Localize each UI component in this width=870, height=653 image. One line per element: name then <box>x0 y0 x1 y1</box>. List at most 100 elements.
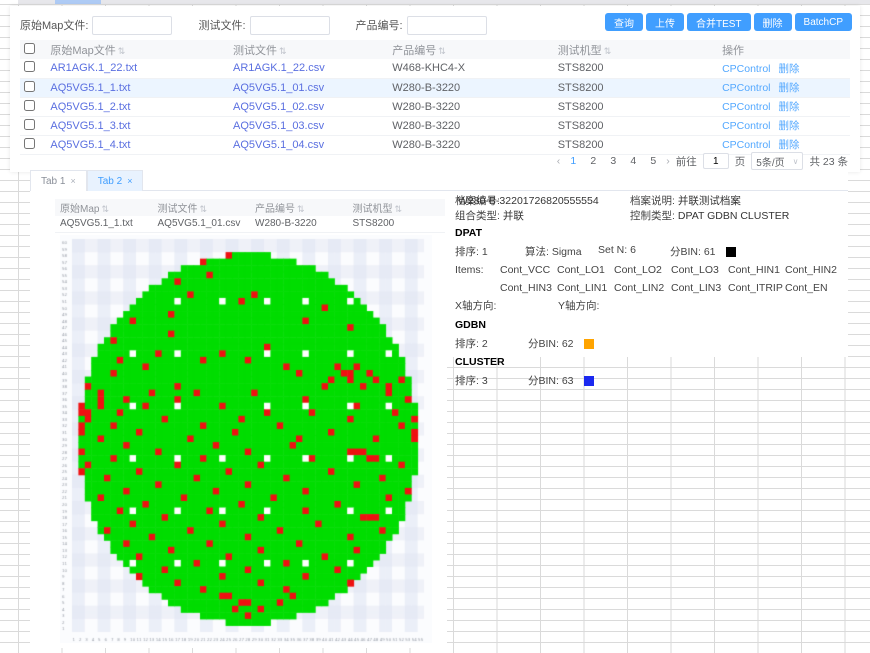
dpat-section-title: DPAT <box>455 227 844 239</box>
dpat-item: Cont_HIN2 <box>785 264 842 276</box>
cpcontrol-link[interactable]: CPControl <box>722 120 770 132</box>
product-no-label: 产品编号: <box>356 17 403 33</box>
cluster-sort-label: 排序: <box>455 375 479 387</box>
page-size-select[interactable]: 5条/页 ∨ <box>751 152 803 170</box>
tab-label: Tab 1 <box>41 176 65 187</box>
toolbar-button-查询[interactable]: 查询 <box>605 13 643 31</box>
dpat-sort-value: 1 <box>482 246 488 258</box>
file-table: 原始Map文件⇅ 测试文件⇅ 产品编号⇅ 测试机型⇅ 操作 AR1AGK.1_2… <box>20 40 850 155</box>
delete-link[interactable]: 删除 <box>779 82 800 94</box>
tab-tab-1[interactable]: Tab 1 × <box>30 170 87 191</box>
cluster-bin-color-swatch <box>584 376 594 386</box>
detail-header-machine[interactable]: 测试机型⇅ <box>348 199 446 216</box>
file-desc-label: 档案说明: <box>630 195 675 207</box>
row-checkbox[interactable] <box>24 100 35 111</box>
table-row[interactable]: AQ5VG5.1_3.txt AQ5VG5.1_03.csv W280-B-3220… <box>20 116 850 135</box>
goto-page-input[interactable] <box>703 153 729 169</box>
delete-link[interactable]: 删除 <box>779 139 800 151</box>
header-product-no[interactable]: 产品编号⇅ <box>388 40 553 59</box>
y-axis-direction-label: Y轴方向: <box>558 298 599 313</box>
row-checkbox[interactable] <box>24 61 35 72</box>
page-button-5[interactable]: 5 <box>646 155 660 167</box>
machine-cell: STS8200 <box>558 139 604 151</box>
cpcontrol-link[interactable]: CPControl <box>722 101 770 113</box>
row-checkbox[interactable] <box>24 119 35 130</box>
tab-tab-2[interactable]: Tab 2× <box>87 170 144 191</box>
header-actions: 操作 <box>718 40 850 59</box>
next-page-button[interactable]: › <box>666 155 670 167</box>
map-file-link[interactable]: AQ5VG5.1_1.txt <box>50 82 130 94</box>
table-row[interactable]: AQ5VG5.1_1.txtAQ5VG5.1_01.csvW280-B-3220… <box>20 78 850 97</box>
detail-header-map[interactable]: 原始Map⇅ <box>55 199 153 216</box>
test-file-input[interactable] <box>250 16 330 35</box>
test-file-link[interactable]: AR1AGK.1_22.csv <box>233 62 325 74</box>
goto-label: 前往 <box>676 154 697 169</box>
detail-header-test[interactable]: 测试文件⇅ <box>153 199 251 216</box>
test-file-link[interactable]: AQ5VG5.1_01.csv <box>233 82 324 94</box>
toolbar-button-BatchCP[interactable]: BatchCP <box>795 13 852 31</box>
sort-icon[interactable]: ⇅ <box>118 46 126 56</box>
detail-table: 原始Map⇅ 测试文件⇅ 产品编号⇅ 测试机型⇅ AQ5VG5.1_1.txt … <box>55 199 445 233</box>
page-button-2[interactable]: 2 <box>586 155 600 167</box>
detail-header-product[interactable]: 产品编号⇅ <box>250 199 348 216</box>
combo-type-label: 组合类型: <box>455 210 500 222</box>
test-file-label: 测试文件: <box>198 17 245 33</box>
table-row[interactable]: AR1AGK.1_22.txt AR1AGK.1_22.csv W468-KHC4-… <box>20 59 850 78</box>
page-button-1[interactable]: 1 <box>566 155 580 167</box>
machine-cell: STS8200 <box>558 120 604 132</box>
detail-row: AQ5VG5.1_1.txt AQ5VG5.1_01.csv W280-B-32… <box>55 216 445 232</box>
sort-icon[interactable]: ⇅ <box>438 46 446 56</box>
test-file-link[interactable]: AQ5VG5.1_03.csv <box>233 120 324 132</box>
header-map-file[interactable]: 原始Map文件⇅ <box>46 40 229 59</box>
close-icon[interactable]: × <box>127 176 132 186</box>
product-cell: W280-B-3220 <box>392 139 460 151</box>
row-checkbox[interactable] <box>24 138 35 149</box>
gdbn-sort-value: 2 <box>482 338 488 350</box>
file-desc-value: 并联测试档案 <box>678 195 741 207</box>
machine-cell: STS8200 <box>558 62 604 74</box>
toolbar-button-删除[interactable]: 删除 <box>754 13 792 31</box>
delete-link[interactable]: 删除 <box>779 101 800 113</box>
cluster-sort-value: 3 <box>482 375 488 387</box>
page-button-4[interactable]: 4 <box>626 155 640 167</box>
machine-cell: STS8200 <box>558 101 604 113</box>
product-no-input[interactable] <box>407 16 487 35</box>
sort-icon[interactable]: ⇅ <box>604 46 612 56</box>
product-cell: W468-KHC4-X <box>392 62 465 74</box>
map-file-link[interactable]: AQ5VG5.1_3.txt <box>50 120 130 132</box>
test-file-link[interactable]: AQ5VG5.1_02.csv <box>233 101 324 113</box>
file-no-value: W280-B-32201726820555554 <box>458 195 599 207</box>
map-file-input[interactable] <box>92 16 172 35</box>
items-label: Items: <box>455 264 500 294</box>
header-machine-type[interactable]: 测试机型⇅ <box>554 40 718 59</box>
toolbar-button-上传[interactable]: 上传 <box>646 13 684 31</box>
ctrl-type-label: 控制类型: <box>630 210 675 222</box>
product-cell: W280-B-3220 <box>392 120 460 132</box>
cpcontrol-link[interactable]: CPControl <box>722 139 770 151</box>
table-row[interactable]: AQ5VG5.1_2.txt AQ5VG5.1_02.csv W280-B-3220… <box>20 97 850 116</box>
map-file-link[interactable]: AQ5VG5.1_4.txt <box>50 139 130 151</box>
dpat-item: Cont_LIN3 <box>671 282 728 294</box>
delete-link[interactable]: 删除 <box>779 120 800 132</box>
toolbar-button-合并TEST[interactable]: 合并TEST <box>687 13 751 31</box>
gdbn-section-title: GDBN <box>455 319 844 331</box>
test-file-link[interactable]: AQ5VG5.1_04.csv <box>233 139 324 151</box>
map-file-link[interactable]: AR1AGK.1_22.txt <box>50 62 137 74</box>
sort-icon[interactable]: ⇅ <box>279 46 287 56</box>
select-all-checkbox[interactable] <box>24 43 35 54</box>
row-checkbox[interactable] <box>24 81 35 92</box>
header-test-file[interactable]: 测试文件⇅ <box>229 40 388 59</box>
cpcontrol-link[interactable]: CPControl <box>722 63 770 75</box>
page-button-3[interactable]: 3 <box>606 155 620 167</box>
cpcontrol-link[interactable]: CPControl <box>722 82 770 94</box>
map-file-link[interactable]: AQ5VG5.1_2.txt <box>50 101 130 113</box>
dpat-item: Cont_LO2 <box>614 264 671 276</box>
close-icon[interactable]: × <box>70 176 75 186</box>
ctrl-type-value: DPAT GDBN CLUSTER <box>678 210 789 222</box>
gdbn-bin-value: 62 <box>562 338 574 350</box>
dpat-item: Cont_HIN3 <box>500 282 557 294</box>
dpat-item: Cont_EN <box>785 282 842 294</box>
prev-page-button[interactable]: ‹ <box>557 155 561 167</box>
product-cell: W280-B-3220 <box>392 101 460 113</box>
delete-link[interactable]: 删除 <box>779 63 800 75</box>
